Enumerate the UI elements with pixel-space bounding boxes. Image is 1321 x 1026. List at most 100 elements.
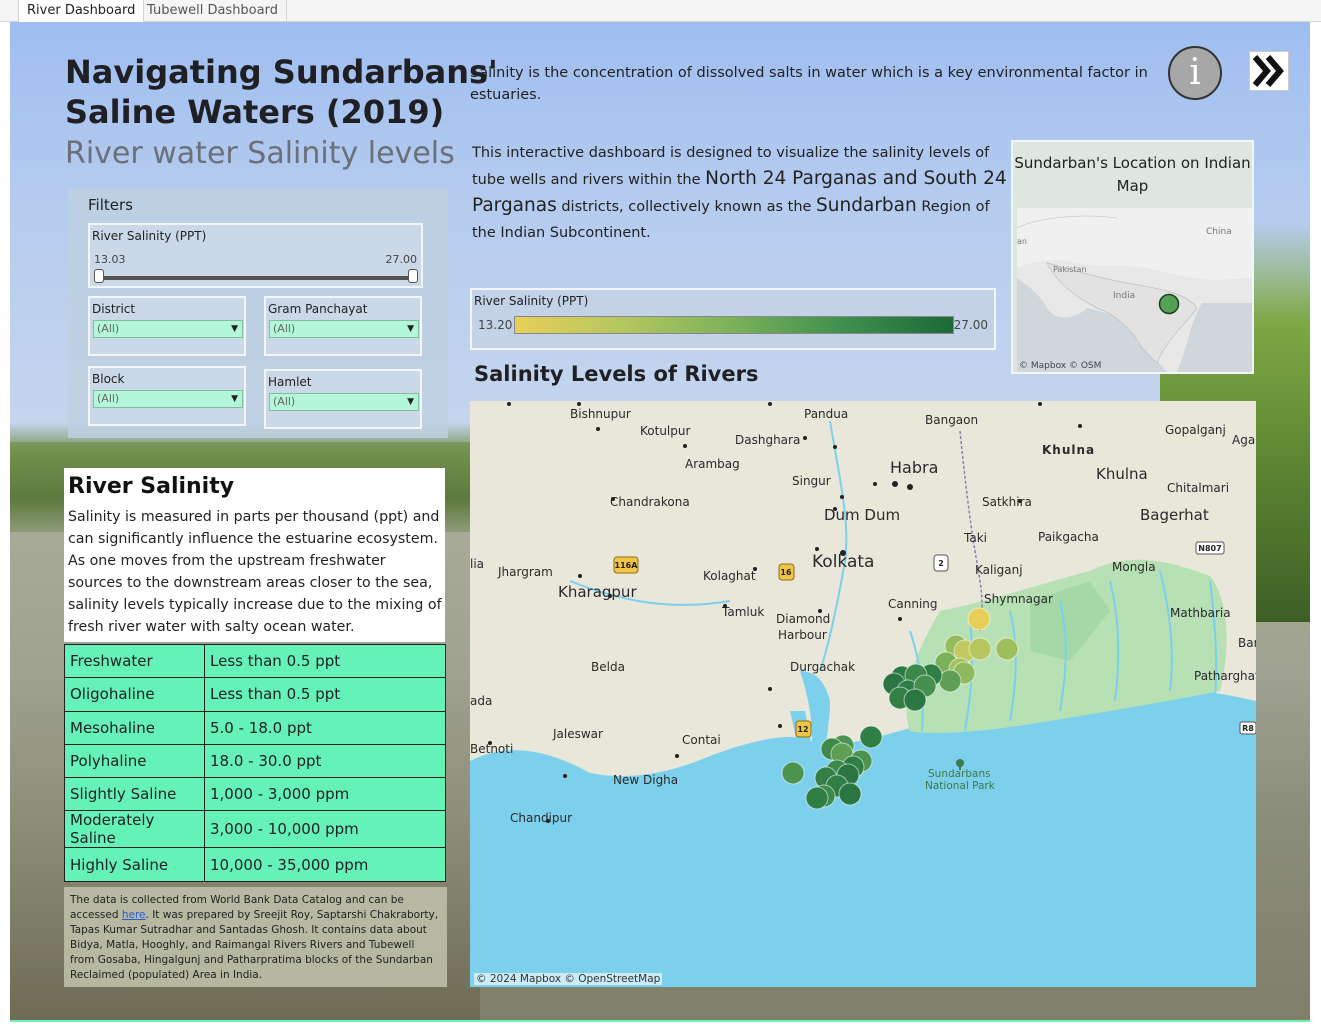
salinity-type-cell: Moderately Saline	[64, 810, 205, 849]
salinity-color-legend: River Salinity (PPT) 13.20 27.00	[470, 288, 996, 350]
legend-gradient	[514, 316, 954, 334]
gram-panchayat-filter: Gram Panchayat (All) ▼	[264, 296, 422, 356]
table-row: Moderately Saline 3,000 - 10,000 ppm	[64, 810, 446, 849]
data-source-note: The data is collected from World Bank Da…	[64, 887, 447, 987]
salinity-range-cell: Less than 0.5 ppt	[204, 677, 446, 712]
svg-text:N807: N807	[1198, 544, 1221, 553]
salinity-type-cell: Polyhaline	[64, 743, 205, 779]
svg-text:Canning: Canning	[888, 597, 938, 611]
locator-map-credit: © Mapbox © OSM	[1019, 361, 1102, 371]
salinity-range-cell: Less than 0.5 ppt	[204, 643, 446, 679]
svg-text:Harbour: Harbour	[778, 628, 827, 642]
map-title: Salinity Levels of Rivers	[474, 362, 759, 386]
gram-panchayat-dropdown[interactable]: (All) ▼	[269, 320, 419, 338]
svg-text:Tamluk: Tamluk	[721, 605, 764, 619]
svg-text:Contai: Contai	[682, 733, 721, 747]
svg-text:Khulna: Khulna	[1096, 465, 1148, 483]
salinity-type-cell: Freshwater	[64, 643, 205, 679]
slider-max-handle[interactable]	[408, 269, 418, 283]
svg-text:Mongla: Mongla	[1112, 560, 1156, 574]
salinity-point[interactable]	[967, 607, 991, 631]
locator-map-panel: Sundarban's Location on Indian Map an Ch…	[1011, 140, 1254, 374]
svg-text:Pakistan: Pakistan	[1053, 265, 1087, 274]
info-button[interactable]: i	[1168, 46, 1222, 100]
svg-text:Arambag: Arambag	[685, 457, 740, 471]
svg-text:Jaleswar: Jaleswar	[552, 727, 603, 741]
svg-text:lia: lia	[470, 557, 484, 571]
tab-river-dashboard[interactable]: River Dashboard	[18, 0, 145, 22]
hamlet-dropdown-value: (All)	[273, 395, 296, 408]
svg-text:New Digha: New Digha	[613, 773, 678, 787]
svg-text:Khulna: Khulna	[1042, 443, 1095, 457]
page-title: Navigating Sundarbans' Saline Waters (20…	[65, 53, 498, 131]
svg-text:Kaliganj: Kaliganj	[975, 563, 1023, 577]
salinity-range-cell: 18.0 - 30.0 ppt	[204, 743, 446, 779]
district-dropdown[interactable]: (All) ▼	[93, 320, 243, 338]
svg-text:Jhargram: Jhargram	[497, 565, 553, 579]
salinity-range-cell: 10,000 - 35,000 ppm	[204, 847, 446, 882]
salinity-point[interactable]	[968, 637, 992, 661]
block-dropdown[interactable]: (All) ▼	[93, 390, 243, 408]
table-row: Mesohaline 5.0 - 18.0 ppt	[64, 710, 446, 745]
map-canvas: Bishnupur Pandua Bangaon Kotulpur Dashgh…	[470, 401, 1256, 987]
salinity-slider-label: River Salinity (PPT)	[92, 229, 207, 243]
svg-text:Satkhira: Satkhira	[982, 495, 1032, 509]
salinity-point[interactable]	[995, 637, 1019, 661]
river-salinity-text: Salinity is measured in parts per thousa…	[68, 509, 442, 635]
svg-text:Taki: Taki	[963, 531, 987, 545]
salinity-range-cell: 3,000 - 10,000 ppm	[204, 810, 446, 849]
svg-text:Chitalmari: Chitalmari	[1167, 481, 1229, 495]
bottom-accent-strip	[10, 1020, 1310, 1022]
district-filter: District (All) ▼	[88, 296, 246, 356]
dashboard-description: This interactive dashboard is designed t…	[472, 145, 1007, 241]
district-filter-label: District	[92, 302, 136, 316]
dropdown-arrow-icon: ▼	[231, 394, 238, 404]
river-salinity-card: River Salinity Salinity is measured in p…	[64, 468, 445, 642]
sheet-tab-bar: River Dashboard Tubewell Dashboard	[0, 0, 1321, 22]
salinity-point[interactable]	[859, 725, 883, 749]
svg-text:Bangaon: Bangaon	[925, 413, 978, 427]
dropdown-arrow-icon: ▼	[407, 397, 414, 407]
tab-tubewell-dashboard[interactable]: Tubewell Dashboard	[139, 0, 287, 22]
table-row: Highly Saline 10,000 - 35,000 ppm	[64, 847, 446, 882]
slider-track[interactable]	[100, 276, 412, 280]
info-icon: i	[1189, 52, 1201, 93]
svg-text:Paikgacha: Paikgacha	[1038, 530, 1099, 544]
svg-text:Habra: Habra	[890, 458, 938, 477]
slider-max-value: 27.00	[385, 253, 418, 266]
gram-panchayat-dropdown-value: (All)	[273, 322, 296, 335]
salinity-point[interactable]	[838, 782, 862, 806]
locator-map[interactable]: an China Pakistan India © Mapbox © OSM	[1017, 208, 1252, 372]
salinity-map[interactable]: Bishnupur Pandua Bangaon Kotulpur Dashgh…	[470, 401, 1256, 987]
svg-text:Chandipur: Chandipur	[510, 811, 572, 825]
next-dashboard-button[interactable]	[1249, 51, 1289, 91]
svg-text:Patharghata: Patharghata	[1194, 669, 1256, 683]
svg-text:National Park: National Park	[925, 780, 996, 792]
svg-text:Aga: Aga	[1232, 433, 1255, 447]
svg-text:16: 16	[780, 568, 792, 577]
table-row: Freshwater Less than 0.5 ppt	[64, 643, 446, 679]
salinity-point[interactable]	[903, 688, 927, 712]
svg-text:ada: ada	[470, 694, 492, 708]
svg-text:Mathbaria: Mathbaria	[1170, 606, 1231, 620]
block-dropdown-value: (All)	[97, 392, 120, 405]
svg-text:Chandrakona: Chandrakona	[610, 495, 690, 509]
svg-text:Kotulpur: Kotulpur	[640, 424, 690, 438]
svg-text:12: 12	[797, 725, 808, 734]
salinity-type-cell: Mesohaline	[64, 710, 205, 745]
svg-text:India: India	[1113, 291, 1135, 301]
double-chevron-right-icon	[1252, 55, 1284, 87]
svg-text:Bagerhat: Bagerhat	[1140, 506, 1209, 524]
slider-min-handle[interactable]	[94, 269, 104, 283]
legend-min-value: 13.20	[478, 318, 513, 332]
svg-text:an: an	[1017, 237, 1027, 246]
data-source-link[interactable]: here	[122, 909, 146, 921]
gram-panchayat-filter-label: Gram Panchayat	[268, 302, 368, 316]
salinity-range-cell: 1,000 - 3,000 ppm	[204, 777, 446, 812]
legend-max-value: 27.00	[953, 318, 988, 332]
hamlet-dropdown[interactable]: (All) ▼	[269, 393, 419, 411]
table-row: Oligohaline Less than 0.5 ppt	[64, 677, 446, 712]
svg-text:Gopalganj: Gopalganj	[1165, 423, 1226, 437]
salinity-point[interactable]	[805, 786, 829, 810]
salinity-point[interactable]	[781, 761, 805, 785]
